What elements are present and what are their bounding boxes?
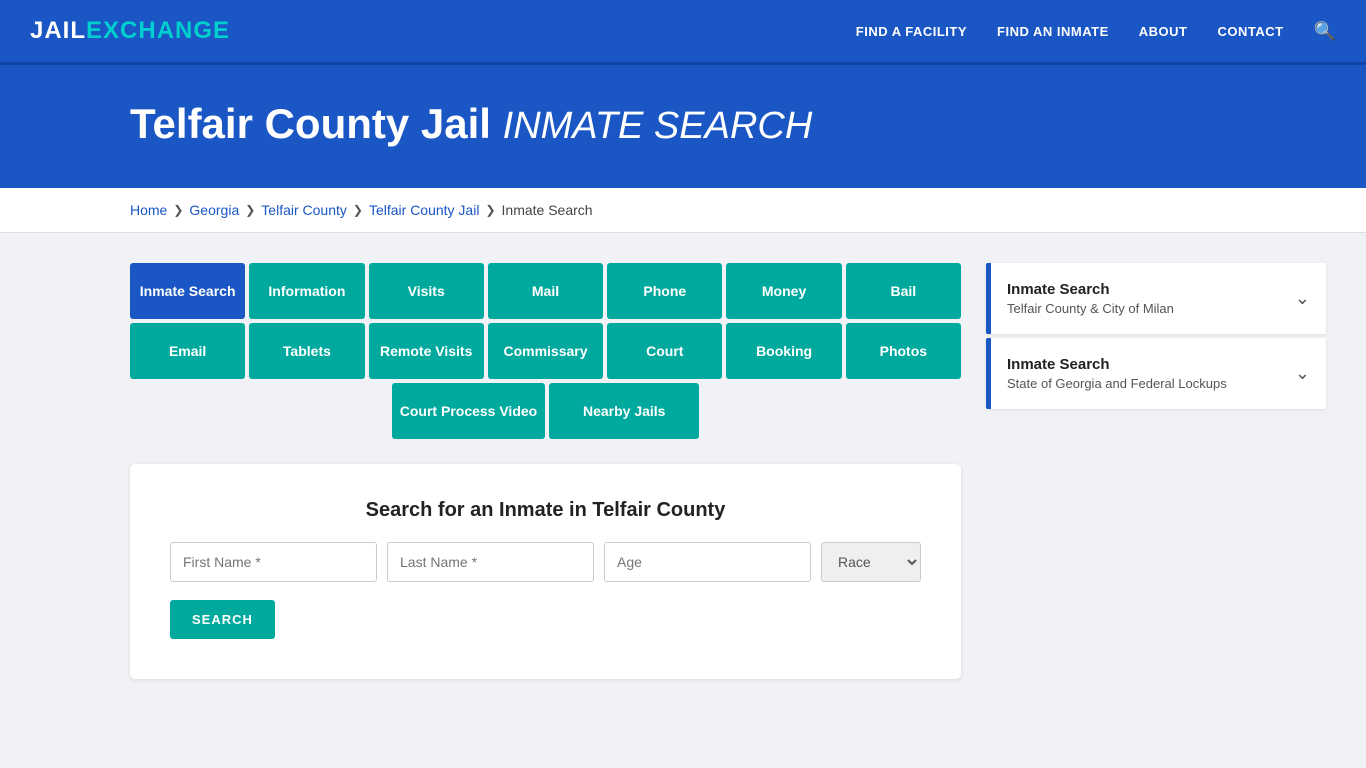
- breadcrumb-telfair-jail[interactable]: Telfair County Jail: [369, 202, 480, 218]
- nav-links: FIND A FACILITY FIND AN INMATE ABOUT CON…: [856, 21, 1336, 42]
- tab-phone[interactable]: Phone: [607, 263, 722, 319]
- breadcrumb: Home ❯ Georgia ❯ Telfair County ❯ Telfai…: [0, 188, 1366, 233]
- hero-section: Telfair County Jail INMATE SEARCH: [0, 65, 1366, 188]
- about-link[interactable]: ABOUT: [1139, 24, 1188, 39]
- tab-bail[interactable]: Bail: [846, 263, 961, 319]
- search-button[interactable]: SEARCH: [170, 600, 275, 639]
- tab-court-process-video[interactable]: Court Process Video: [392, 383, 545, 439]
- sidebar-card-georgia[interactable]: Inmate Search State of Georgia and Feder…: [986, 338, 1326, 409]
- tab-remote-visits[interactable]: Remote Visits: [369, 323, 484, 379]
- tabs-row1: Inmate Search Information Visits Mail Ph…: [130, 263, 961, 319]
- page-title: Telfair County Jail INMATE SEARCH: [130, 100, 1236, 148]
- logo-jail: JAIL: [30, 17, 86, 45]
- breadcrumb-inmate-search: Inmate Search: [502, 202, 593, 218]
- search-form-box: Search for an Inmate in Telfair County R…: [130, 464, 961, 679]
- tab-email[interactable]: Email: [130, 323, 245, 379]
- age-input[interactable]: [604, 542, 811, 582]
- chevron-down-icon: ⌄: [1295, 363, 1310, 384]
- tab-nearby-jails[interactable]: Nearby Jails: [549, 383, 699, 439]
- tab-inmate-search[interactable]: Inmate Search: [130, 263, 245, 319]
- tab-tablets[interactable]: Tablets: [249, 323, 364, 379]
- logo-exchange: EXCHANGE: [86, 17, 230, 45]
- sidebar-card-telfair-subtitle: Telfair County & City of Milan: [1007, 301, 1174, 316]
- sidebar-card-telfair[interactable]: Inmate Search Telfair County & City of M…: [986, 263, 1326, 334]
- sidebar-card-telfair-text: Inmate Search Telfair County & City of M…: [1007, 281, 1174, 316]
- first-name-input[interactable]: [170, 542, 377, 582]
- main-content: Inmate Search Information Visits Mail Ph…: [0, 233, 1366, 709]
- find-facility-link[interactable]: FIND A FACILITY: [856, 24, 967, 39]
- hero-title-italic: INMATE SEARCH: [503, 105, 813, 147]
- navbar: JAILEXCHANGE FIND A FACILITY FIND AN INM…: [0, 0, 1366, 65]
- left-column: Inmate Search Information Visits Mail Ph…: [130, 263, 961, 679]
- sidebar-card-georgia-title: Inmate Search: [1007, 356, 1227, 373]
- hero-title-bold: Telfair County Jail: [130, 100, 491, 147]
- tab-visits[interactable]: Visits: [369, 263, 484, 319]
- search-form-title: Search for an Inmate in Telfair County: [170, 499, 921, 522]
- tab-mail[interactable]: Mail: [488, 263, 603, 319]
- breadcrumb-home[interactable]: Home: [130, 202, 167, 218]
- find-inmate-link[interactable]: FIND AN INMATE: [997, 24, 1109, 39]
- search-inputs: Race White Black Hispanic Asian Other: [170, 542, 921, 582]
- logo[interactable]: JAILEXCHANGE: [30, 17, 230, 45]
- breadcrumb-georgia[interactable]: Georgia: [189, 202, 239, 218]
- last-name-input[interactable]: [387, 542, 594, 582]
- sidebar-card-telfair-title: Inmate Search: [1007, 281, 1174, 298]
- tab-photos[interactable]: Photos: [846, 323, 961, 379]
- chevron-right-icon: ❯: [353, 203, 363, 217]
- tab-information[interactable]: Information: [249, 263, 364, 319]
- chevron-right-icon: ❯: [485, 203, 495, 217]
- tab-commissary[interactable]: Commissary: [488, 323, 603, 379]
- race-select[interactable]: Race White Black Hispanic Asian Other: [821, 542, 921, 582]
- chevron-right-icon: ❯: [173, 203, 183, 217]
- tab-booking[interactable]: Booking: [726, 323, 841, 379]
- chevron-right-icon: ❯: [245, 203, 255, 217]
- sidebar-card-georgia-text: Inmate Search State of Georgia and Feder…: [1007, 356, 1227, 391]
- tabs-row3: Court Process Video Nearby Jails: [130, 383, 961, 439]
- breadcrumb-telfair-county[interactable]: Telfair County: [261, 202, 347, 218]
- search-icon[interactable]: 🔍: [1314, 21, 1336, 42]
- contact-link[interactable]: CONTACT: [1217, 24, 1283, 39]
- tab-money[interactable]: Money: [726, 263, 841, 319]
- chevron-down-icon: ⌄: [1295, 288, 1310, 309]
- tab-court[interactable]: Court: [607, 323, 722, 379]
- sidebar-card-georgia-subtitle: State of Georgia and Federal Lockups: [1007, 376, 1227, 391]
- tabs-row2: Email Tablets Remote Visits Commissary C…: [130, 323, 961, 379]
- right-sidebar: Inmate Search Telfair County & City of M…: [986, 263, 1326, 679]
